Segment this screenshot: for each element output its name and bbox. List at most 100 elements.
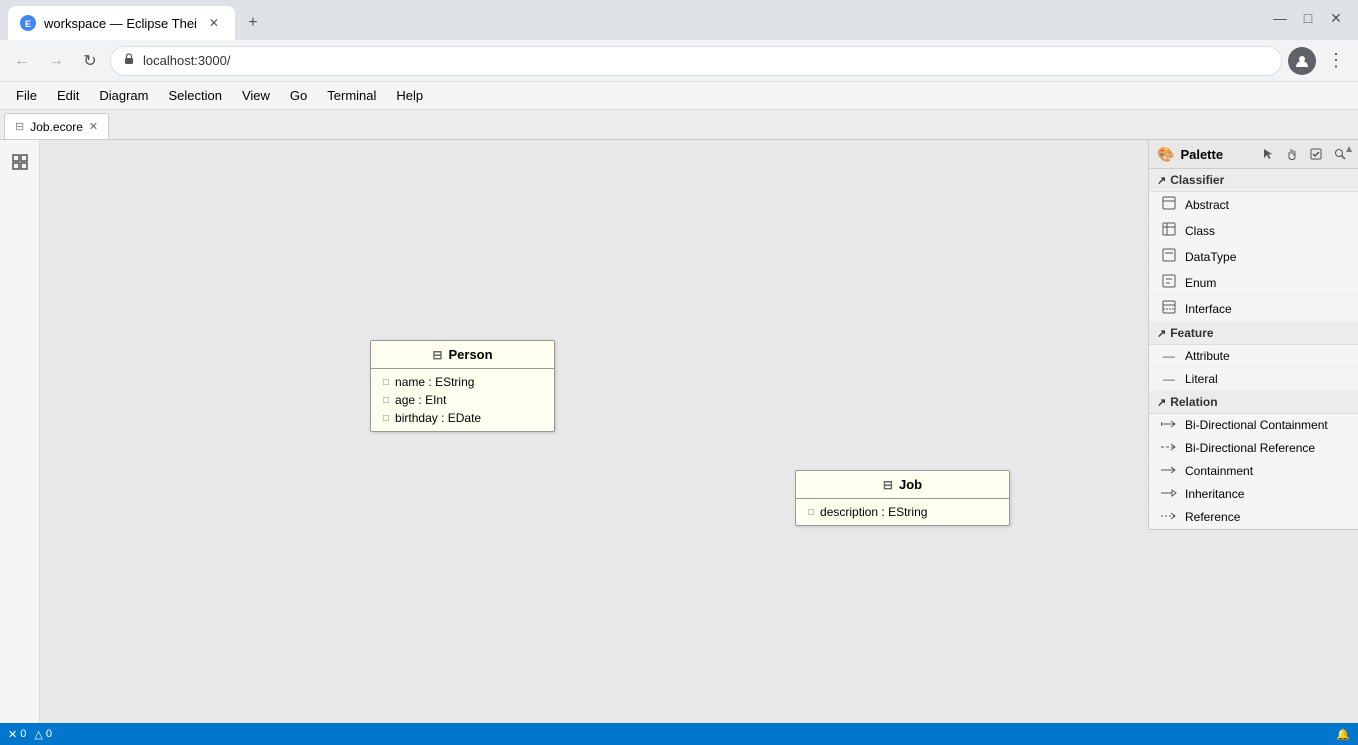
editor-tab-bar: ⊟ Job.ecore ✕ — [0, 110, 1358, 140]
menu-go[interactable]: Go — [282, 86, 315, 105]
palette-cursor-tool[interactable] — [1258, 144, 1278, 164]
person-class-name: Person — [448, 347, 492, 362]
browser-chrome: E workspace — Eclipse Thei ✕ + — □ ✕ ← →… — [0, 0, 1358, 745]
warning-count: 0 — [46, 728, 52, 740]
literal-label: Literal — [1185, 372, 1218, 386]
person-class-node[interactable]: ⊟ Person □ name : EString □ age : EInt — [370, 340, 555, 432]
tab-close-button[interactable]: ✕ — [205, 14, 223, 32]
class-label: Class — [1185, 224, 1215, 238]
palette-item-abstract[interactable]: Abstract — [1149, 192, 1358, 218]
menu-bar: File Edit Diagram Selection View Go Term… — [0, 82, 1358, 110]
address-bar[interactable]: localhost:3000/ — [110, 46, 1282, 76]
attr-icon-2: □ — [383, 395, 389, 406]
job-class-body: □ description : EString — [796, 499, 1009, 525]
menu-selection[interactable]: Selection — [160, 86, 229, 105]
tab-title: workspace — Eclipse Thei — [44, 16, 197, 31]
url-text: localhost:3000/ — [143, 53, 230, 68]
feature-label: Feature — [1170, 326, 1213, 340]
job-class-icon: ⊟ — [883, 478, 893, 492]
palette-section-classifier[interactable]: ↗ Classifier — [1149, 169, 1358, 192]
browser-menu-button[interactable]: ⋮ — [1322, 47, 1350, 75]
attr-icon-1: □ — [383, 377, 389, 388]
window-controls: — □ ✕ — [1270, 8, 1346, 28]
person-attr-age: □ age : EInt — [383, 391, 542, 409]
app-container: File Edit Diagram Selection View Go Term… — [0, 82, 1358, 745]
palette-panel: 🎨 Palette — [1148, 140, 1358, 530]
person-attr-age-text: age : EInt — [395, 393, 446, 407]
palette-item-literal[interactable]: — Literal — [1149, 368, 1358, 391]
person-attr-name-text: name : EString — [395, 375, 474, 389]
main-area: ⊟ Person □ name : EString □ age : EInt — [0, 140, 1358, 723]
person-attr-birthday-text: birthday : EDate — [395, 411, 481, 425]
palette-check-tool[interactable] — [1306, 144, 1326, 164]
literal-icon: — — [1161, 372, 1177, 386]
abstract-label: Abstract — [1185, 198, 1229, 212]
maximize-button[interactable]: □ — [1298, 8, 1318, 28]
datatype-label: DataType — [1185, 250, 1236, 264]
menu-terminal[interactable]: Terminal — [319, 86, 384, 105]
minimize-button[interactable]: — — [1270, 8, 1290, 28]
job-class-name: Job — [899, 477, 922, 492]
interface-icon — [1161, 300, 1177, 317]
attr-icon-3: □ — [383, 413, 389, 424]
palette-item-containment[interactable]: Containment — [1149, 460, 1358, 483]
bidirectional-reference-icon — [1161, 441, 1177, 455]
bidirectional-reference-label: Bi-Directional Reference — [1185, 441, 1315, 455]
palette-header: 🎨 Palette — [1149, 140, 1358, 169]
tab-bar: E workspace — Eclipse Thei ✕ + — □ ✕ — [0, 0, 1358, 40]
inheritance-label: Inheritance — [1185, 487, 1244, 501]
browser-tab[interactable]: E workspace — Eclipse Thei ✕ — [8, 6, 235, 40]
abstract-icon — [1161, 196, 1177, 213]
forward-button[interactable]: → — [42, 47, 70, 75]
warning-icon: △ — [34, 728, 42, 741]
menu-diagram[interactable]: Diagram — [91, 86, 156, 105]
lock-icon — [123, 53, 135, 68]
palette-item-datatype[interactable]: DataType — [1149, 244, 1358, 270]
address-bar-row: ← → ↻ localhost:3000/ ⋮ — [0, 40, 1358, 82]
canvas-area[interactable]: ⊟ Person □ name : EString □ age : EInt — [40, 140, 1358, 723]
menu-file[interactable]: File — [8, 86, 45, 105]
enum-label: Enum — [1185, 276, 1216, 290]
palette-item-reference[interactable]: Reference — [1149, 506, 1358, 529]
inheritance-icon — [1161, 487, 1177, 501]
error-count: 0 — [20, 728, 26, 740]
profile-button[interactable] — [1288, 47, 1316, 75]
status-bell[interactable]: 🔔 — [1336, 728, 1350, 741]
palette-item-attribute[interactable]: — Attribute — [1149, 345, 1358, 368]
interface-label: Interface — [1185, 302, 1232, 316]
editor-tab-close[interactable]: ✕ — [89, 120, 98, 133]
person-class-icon: ⊟ — [432, 348, 442, 362]
datatype-icon — [1161, 248, 1177, 265]
palette-section-feature[interactable]: ↗ Feature — [1149, 322, 1358, 345]
editor-tab-job-ecore[interactable]: ⊟ Job.ecore ✕ — [4, 113, 109, 139]
containment-icon — [1161, 464, 1177, 478]
editor-tab-label: Job.ecore — [30, 120, 83, 134]
relation-label: Relation — [1170, 395, 1217, 409]
palette-section-relation[interactable]: ↗ Relation — [1149, 391, 1358, 414]
palette-item-bidirectional-reference[interactable]: Bi-Directional Reference — [1149, 437, 1358, 460]
palette-hand-tool[interactable] — [1282, 144, 1302, 164]
enum-icon — [1161, 274, 1177, 291]
menu-edit[interactable]: Edit — [49, 86, 87, 105]
palette-item-interface[interactable]: Interface — [1149, 296, 1358, 322]
new-tab-button[interactable]: + — [239, 9, 267, 37]
attribute-icon: — — [1161, 349, 1177, 363]
palette-item-bidirectional-containment[interactable]: Bi-Directional Containment — [1149, 414, 1358, 437]
menu-view[interactable]: View — [234, 86, 278, 105]
back-button[interactable]: ← — [8, 47, 36, 75]
palette-title: Palette — [1180, 147, 1223, 162]
person-attr-name: □ name : EString — [383, 373, 542, 391]
sidebar-explorer-icon[interactable] — [6, 148, 34, 176]
tab-favicon: E — [20, 15, 36, 31]
palette-item-inheritance[interactable]: Inheritance — [1149, 483, 1358, 506]
reload-button[interactable]: ↻ — [76, 47, 104, 75]
attr-icon-job-1: □ — [808, 507, 814, 518]
menu-help[interactable]: Help — [388, 86, 431, 105]
palette-tools — [1258, 144, 1350, 164]
person-attr-birthday: □ birthday : EDate — [383, 409, 542, 427]
close-window-button[interactable]: ✕ — [1326, 8, 1346, 28]
job-class-node[interactable]: ⊟ Job □ description : EString — [795, 470, 1010, 526]
palette-item-class[interactable]: Class — [1149, 218, 1358, 244]
palette-scroll-arrow[interactable]: ▲ — [1344, 144, 1354, 155]
palette-item-enum[interactable]: Enum — [1149, 270, 1358, 296]
